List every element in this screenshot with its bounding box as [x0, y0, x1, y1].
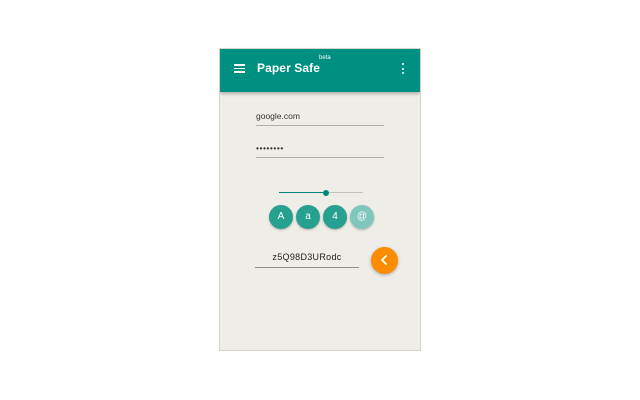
slider-thumb[interactable] [323, 189, 330, 196]
lowercase-toggle[interactable]: a [296, 205, 320, 229]
slider-fill [279, 192, 327, 193]
copy-fab-button[interactable] [371, 247, 398, 274]
paper-safe-app: Paper Safe beta A a 4 @ z5Q98D3URodc [219, 48, 421, 351]
hamburger-menu-icon[interactable] [234, 64, 245, 73]
app-bar: Paper Safe beta [220, 49, 420, 92]
password-length-slider[interactable] [279, 188, 363, 198]
site-input[interactable] [256, 106, 384, 126]
charset-toggles: A a 4 @ [269, 205, 374, 229]
app-title: Paper Safe [257, 61, 321, 75]
more-vert-icon[interactable] [401, 63, 405, 75]
digits-toggle[interactable]: 4 [323, 205, 347, 229]
symbols-toggle[interactable]: @ [350, 205, 374, 229]
chevron-left-icon [381, 255, 387, 265]
beta-badge: beta [319, 55, 331, 61]
uppercase-toggle[interactable]: A [269, 205, 293, 229]
generated-password[interactable]: z5Q98D3URodc [255, 247, 359, 268]
master-password-input[interactable] [256, 138, 384, 158]
